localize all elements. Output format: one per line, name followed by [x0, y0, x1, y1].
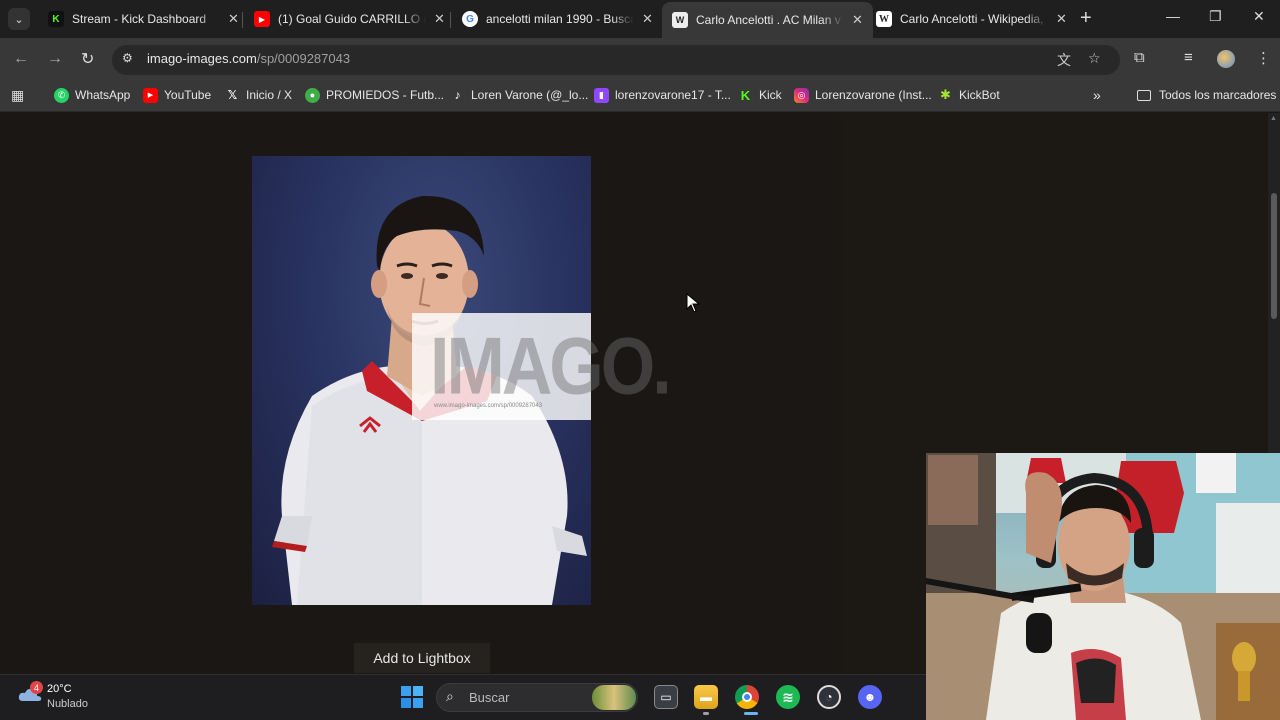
url-host: imago-images.com: [147, 51, 257, 66]
imago-watermark-url: www.imago-images.com/sp/0009287043: [434, 403, 543, 409]
kick-icon: K: [48, 11, 64, 27]
bookmark-twitch[interactable]: ▮ lorenzovarone17 - T...: [594, 86, 731, 104]
google-icon: G: [462, 11, 478, 27]
tiktok-icon: ♪: [454, 88, 461, 102]
menu-icon[interactable]: ⋮: [1256, 49, 1271, 67]
apps-grid-icon[interactable]: ▦: [11, 87, 24, 104]
tab-title: Carlo Ancelotti . AC Milan v: [696, 13, 841, 27]
extensions-icon[interactable]: ⧉: [1134, 49, 1145, 66]
promiedos-icon: ●: [305, 87, 320, 103]
weather-temperature[interactable]: 20°C: [47, 683, 72, 695]
search-highlight-image: [592, 685, 636, 710]
bookmark-label: YouTube: [164, 88, 212, 102]
tab-wikipedia[interactable]: W Carlo Ancelotti - Wikipedia, ✕: [866, 4, 1077, 34]
minimize-icon[interactable]: —: [1166, 8, 1180, 24]
tab-separator: [242, 12, 243, 28]
file-explorer-icon[interactable]: ▬: [694, 685, 718, 709]
all-bookmarks-folder[interactable]: Todos los marcadores: [1137, 86, 1276, 104]
instagram-icon: ◎: [794, 87, 809, 103]
tab-title: ancelotti milan 1990 - Busca: [486, 12, 634, 26]
tab-separator: [450, 12, 451, 28]
bookmark-label: Loren Varone (@_lo...: [471, 88, 589, 102]
youtube-icon: ▶: [254, 11, 270, 27]
tab-google-search[interactable]: G ancelotti milan 1990 - Busca ✕: [452, 4, 663, 34]
scrollbar-thumb[interactable]: [1271, 193, 1277, 319]
bookmark-label: KickBot: [959, 88, 1000, 102]
active-indicator: [744, 712, 758, 715]
obs-icon[interactable]: ◔: [817, 685, 841, 709]
close-icon[interactable]: ✕: [1056, 11, 1067, 27]
reload-icon[interactable]: ↻: [81, 49, 94, 69]
url-path: /sp/0009287043: [256, 51, 351, 66]
bookmark-youtube[interactable]: ▶ YouTube: [143, 86, 211, 104]
weather-condition[interactable]: Nublado: [47, 698, 88, 710]
bookmark-label: Inicio / X: [246, 88, 293, 102]
close-icon[interactable]: ✕: [852, 12, 863, 28]
youtube-icon: ▶: [143, 87, 158, 103]
scroll-up-icon[interactable]: ▲: [1270, 115, 1277, 122]
kickbot-icon: ✱: [940, 87, 951, 102]
screen: { "browser": { "tabs": [ {"title": "Stre…: [0, 0, 1280, 720]
streamer-webcam-overlay: [926, 453, 1280, 720]
bookmark-label: Lorenzovarone (Inst...: [815, 88, 932, 102]
x-icon: 𝕏: [227, 88, 238, 102]
tab-search-button[interactable]: ⌄: [8, 8, 30, 30]
mouse-cursor-icon: [686, 293, 700, 313]
imago-icon: W: [672, 12, 688, 28]
tab-kick-dashboard[interactable]: K Stream - Kick Dashboard ✕: [38, 4, 249, 34]
translate-icon[interactable]: 文: [1057, 50, 1071, 70]
tab-title: (1) Goal Guido CARRILLO (9: [278, 12, 426, 26]
bookmark-x[interactable]: 𝕏 Inicio / X: [225, 86, 292, 104]
profile-avatar[interactable]: [1217, 50, 1235, 68]
search-icon: ⌕: [446, 688, 454, 704]
weather-alert-badge: 4: [30, 681, 43, 694]
chevron-down-icon: ⌄: [14, 13, 24, 26]
close-icon[interactable]: ✕: [228, 11, 239, 27]
restore-icon[interactable]: ❐: [1209, 8, 1222, 25]
chrome-icon[interactable]: [735, 685, 759, 709]
spotify-icon[interactable]: ≋: [776, 685, 800, 709]
windows-start-icon[interactable]: [401, 686, 423, 708]
discord-icon[interactable]: ☻: [858, 685, 882, 709]
new-tab-button[interactable]: +: [1080, 8, 1092, 28]
close-icon[interactable]: ✕: [434, 11, 445, 27]
running-indicator: [703, 712, 709, 715]
tab-youtube-goal[interactable]: ▶ (1) Goal Guido CARRILLO (9 ✕: [244, 4, 455, 34]
bookmark-kickbot[interactable]: ✱ KickBot: [938, 86, 1000, 104]
back-icon[interactable]: ←: [13, 50, 29, 68]
bookmark-label: Kick: [759, 88, 782, 102]
add-to-lightbox-button[interactable]: Add to Lightbox: [354, 643, 490, 673]
task-view-icon[interactable]: ▭: [654, 685, 678, 709]
imago-watermark-logo: IMAGO.: [430, 321, 672, 411]
media-control-icon[interactable]: ≡: [1184, 49, 1193, 66]
bookmark-label: WhatsApp: [75, 88, 131, 102]
tab-title: Stream - Kick Dashboard: [72, 12, 207, 26]
close-window-icon[interactable]: ✕: [1253, 8, 1265, 25]
tab-imago-active[interactable]: W Carlo Ancelotti . AC Milan v ✕: [662, 2, 873, 38]
bookmark-tiktok[interactable]: ♪ Loren Varone (@_lo...: [450, 86, 589, 104]
bookmark-whatsapp[interactable]: ✆ WhatsApp: [54, 86, 130, 104]
bookmark-promiedos[interactable]: ● PROMIEDOS - Futb...: [305, 86, 444, 104]
streamer-webcam-feed: [926, 453, 1280, 720]
close-icon[interactable]: ✕: [642, 11, 653, 27]
bookmark-instagram[interactable]: ◎ Lorenzovarone (Inst...: [794, 86, 932, 104]
whatsapp-icon: ✆: [54, 87, 69, 103]
all-bookmarks-label: Todos los marcadores: [1159, 88, 1277, 102]
bookmark-star-icon[interactable]: ☆: [1088, 50, 1101, 67]
forward-icon[interactable]: →: [47, 50, 63, 68]
kick-icon: K: [740, 87, 751, 103]
tab-title: Carlo Ancelotti - Wikipedia,: [900, 12, 1044, 26]
taskbar-search-placeholder[interactable]: Buscar: [469, 690, 509, 705]
url-text[interactable]: imago-images.com/sp/0009287043: [147, 51, 350, 66]
site-info-icon[interactable]: ⚙: [122, 51, 138, 67]
twitch-icon: ▮: [594, 87, 609, 103]
folder-icon: [1137, 89, 1151, 101]
bookmark-label: lorenzovarone17 - T...: [615, 88, 731, 102]
bookmark-kick[interactable]: K Kick: [738, 86, 782, 104]
bookmark-label: PROMIEDOS - Futb...: [326, 88, 445, 102]
wikipedia-icon: W: [876, 11, 892, 27]
bookmarks-overflow-button[interactable]: »: [1093, 86, 1101, 104]
